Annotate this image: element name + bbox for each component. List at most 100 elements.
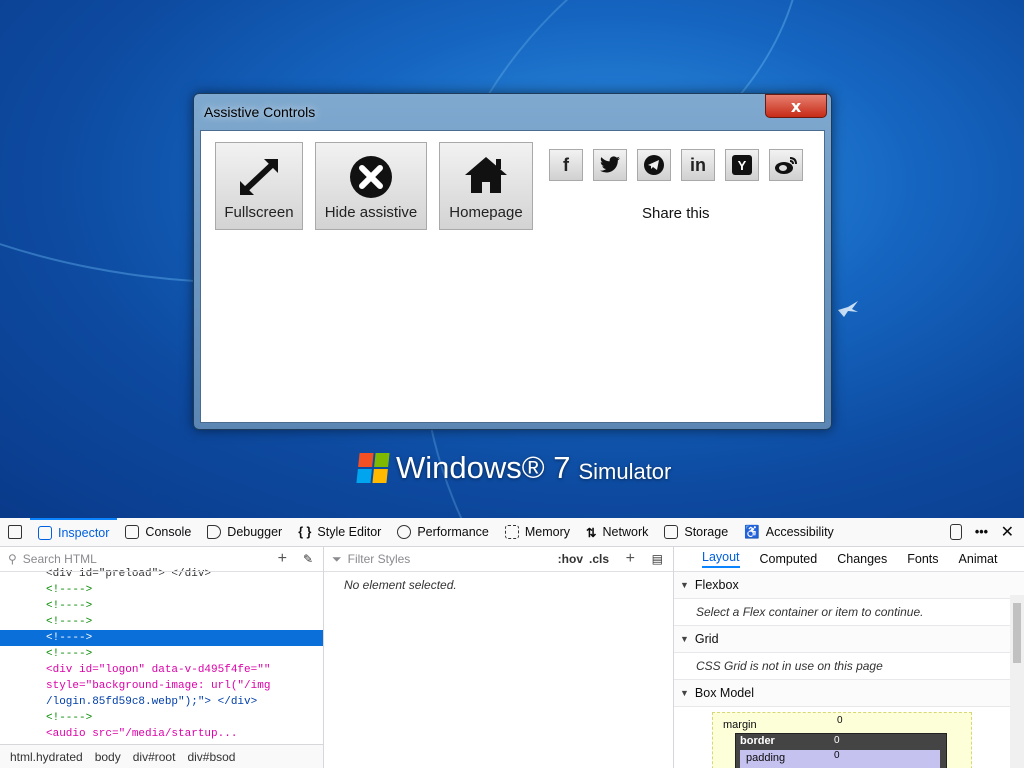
home-icon — [465, 157, 507, 193]
tree-node[interactable]: /login.85fd59c8.webp");"> </div> — [0, 694, 323, 710]
tab-debugger[interactable]: Debugger — [199, 518, 290, 546]
grid-section-header[interactable]: ▼ Grid — [674, 626, 1024, 653]
tab-accessibility[interactable]: ♿ Accessibility — [736, 518, 842, 546]
memory-icon — [504, 525, 519, 539]
tab-performance[interactable]: Performance — [389, 518, 497, 546]
tab-memory[interactable]: Memory — [497, 518, 578, 546]
tab-label: Accessibility — [765, 525, 834, 539]
border-label: border — [740, 735, 775, 747]
accessibility-icon: ♿ — [744, 524, 760, 539]
windows7-logo: Windows® 7 Simulator — [356, 450, 672, 486]
homepage-button[interactable]: Homepage — [439, 142, 533, 230]
margin-label: margin — [723, 719, 757, 731]
cls-toggle[interactable]: .cls — [589, 552, 609, 566]
tree-node[interactable]: <!----> — [0, 614, 323, 630]
collapse-triangle-icon: ▼ — [680, 688, 689, 698]
weibo-share-button[interactable] — [769, 149, 803, 181]
flexbox-section-header[interactable]: ▼ Flexbox — [674, 572, 1024, 599]
window-title: Assistive Controls — [204, 104, 316, 120]
tab-network[interactable]: ⇅ Network — [578, 518, 656, 546]
window-close-button[interactable]: x — [765, 94, 827, 118]
close-icon: x — [790, 96, 802, 116]
section-title: Flexbox — [694, 578, 739, 592]
hide-assistive-button[interactable]: Hide assistive — [315, 142, 427, 230]
breadcrumb-item[interactable]: body — [95, 750, 121, 764]
breadcrumb: html.hydrated body div#root div#bsod — [0, 744, 323, 768]
scrollbar-thumb[interactable] — [1013, 603, 1021, 663]
facebook-share-button[interactable]: f — [549, 149, 583, 181]
assistive-controls-window: Assistive Controls x Fullscreen Hide ass… — [193, 93, 832, 430]
linkedin-share-button[interactable]: in — [681, 149, 715, 181]
eyedropper-icon[interactable]: ✎ — [303, 552, 313, 566]
tree-node[interactable]: style="background-image: url("/img — [0, 678, 323, 694]
sidebar-tabs: Layout Computed Changes Fonts Animat — [674, 547, 1024, 572]
section-title: Grid — [694, 632, 719, 646]
telegram-icon — [644, 155, 664, 175]
ycombinator-icon: Y — [732, 155, 752, 175]
tab-console[interactable]: Console — [117, 518, 199, 546]
logo-text: Windows® 7 — [396, 450, 571, 485]
share-this-label: Share this — [642, 205, 710, 222]
expand-arrows-icon — [239, 158, 279, 196]
tree-node[interactable]: <!----> — [0, 598, 323, 614]
add-rule-icon[interactable]: + — [626, 550, 635, 568]
rules-pane: ⏷ Filter Styles :hov .cls + ▤ No element… — [324, 547, 674, 768]
tree-node-selected[interactable]: <!----> — [0, 630, 323, 646]
box-model-section-header[interactable]: ▼ Box Model — [674, 680, 1024, 707]
padding-top-value[interactable]: 0 — [834, 750, 840, 761]
fullscreen-label: Fullscreen — [224, 204, 294, 221]
telegram-share-button[interactable] — [637, 149, 671, 181]
tab-inspector[interactable]: Inspector — [30, 518, 118, 546]
border-box: border 0 padding 0 — [735, 733, 947, 768]
picker-icon — [8, 525, 22, 539]
homepage-label: Homepage — [449, 204, 523, 221]
tab-label: Inspector — [58, 526, 110, 540]
weibo-icon — [775, 157, 797, 174]
tab-fonts[interactable]: Fonts — [907, 552, 938, 566]
logo-subtitle: Simulator — [578, 459, 672, 484]
border-top-value[interactable]: 0 — [834, 735, 840, 746]
inspector-icon — [38, 526, 52, 540]
tab-label: Console — [145, 525, 192, 539]
element-picker-button[interactable] — [0, 518, 30, 546]
tab-style-editor[interactable]: { } Style Editor — [290, 518, 389, 546]
tree-node[interactable]: <!----> — [0, 710, 323, 726]
tab-changes[interactable]: Changes — [837, 552, 887, 566]
tab-computed[interactable]: Computed — [760, 552, 818, 566]
storage-icon — [664, 525, 679, 539]
close-devtools-button[interactable]: ✕ — [993, 518, 1022, 546]
breadcrumb-item[interactable]: div#root — [133, 750, 176, 764]
tree-node[interactable]: <div id="logon" data-v-d495f4fe="" — [0, 662, 323, 678]
responsive-icon — [950, 524, 962, 540]
hov-toggle[interactable]: :hov — [558, 552, 583, 566]
twitter-share-button[interactable] — [593, 149, 627, 181]
responsive-design-button[interactable] — [942, 518, 970, 546]
fullscreen-button[interactable]: Fullscreen — [215, 142, 303, 230]
style-editor-icon: { } — [298, 525, 312, 539]
tree-node[interactable]: <audio src="/media/startup... — [0, 726, 323, 742]
tab-storage[interactable]: Storage — [656, 518, 736, 546]
tree-node[interactable]: <!----> — [0, 582, 323, 598]
tree-node[interactable]: <!----> — [0, 646, 323, 662]
close-icon: ✕ — [1000, 524, 1014, 541]
more-icon: ••• — [974, 525, 988, 539]
ycombinator-share-button[interactable]: Y — [725, 149, 759, 181]
devtools-panel: Inspector Console Debugger { } Style Edit… — [0, 518, 1024, 768]
collapse-triangle-icon: ▼ — [680, 634, 689, 644]
tab-animations[interactable]: Animat — [959, 552, 998, 566]
tab-layout[interactable]: Layout — [702, 550, 740, 568]
margin-top-value[interactable]: 0 — [837, 715, 843, 726]
search-html-input[interactable]: Search HTML — [23, 552, 97, 566]
vertical-scrollbar[interactable] — [1010, 595, 1024, 768]
no-element-message: No element selected. — [344, 578, 457, 592]
print-media-icon[interactable]: ▤ — [652, 552, 663, 566]
tab-label: Debugger — [227, 525, 283, 539]
add-node-icon[interactable]: + — [278, 550, 287, 568]
padding-box: padding 0 — [740, 750, 940, 768]
windows-flag-icon — [356, 453, 390, 483]
search-icon: ⚲ — [8, 552, 17, 566]
breadcrumb-item[interactable]: html.hydrated — [10, 750, 83, 764]
breadcrumb-item[interactable]: div#bsod — [187, 750, 235, 764]
close-circle-icon — [350, 156, 392, 198]
filter-styles-input[interactable]: Filter Styles — [348, 552, 411, 566]
